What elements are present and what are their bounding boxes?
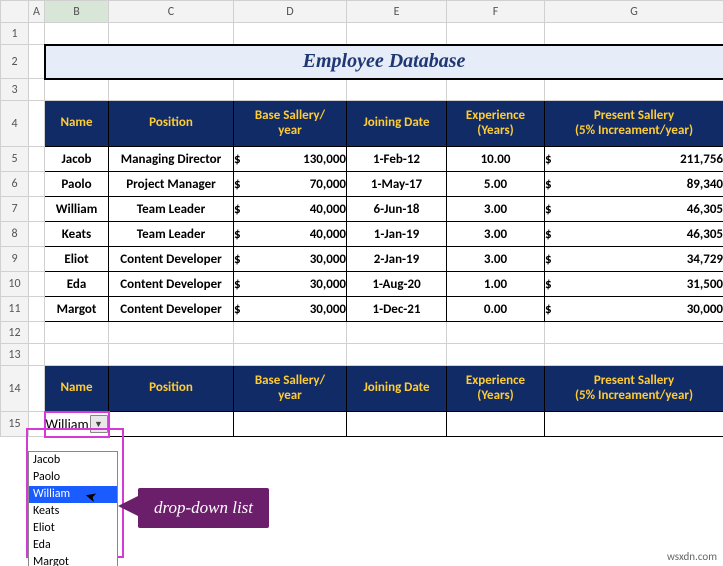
row-header[interactable]: 1 <box>1 23 29 45</box>
select-all-corner[interactable] <box>1 1 29 23</box>
row-header[interactable]: 14 <box>1 366 29 412</box>
cell-base[interactable]: $30,000 <box>234 272 347 297</box>
cell-join[interactable]: 6-Jun-18 <box>347 197 447 222</box>
cell-base[interactable]: $40,000 <box>234 197 347 222</box>
cell-position[interactable]: Managing Director <box>109 147 234 172</box>
dropdown-option[interactable]: Margot <box>29 554 117 566</box>
cell-exp[interactable]: 3.00 <box>447 222 545 247</box>
cell-exp[interactable]: 5.00 <box>447 172 545 197</box>
col-header-D[interactable]: D <box>234 1 347 23</box>
page-title: Employee Database <box>45 45 723 79</box>
cell-present[interactable]: $89,340 <box>545 172 723 197</box>
cell-join[interactable]: 2-Jan-19 <box>347 247 447 272</box>
row-header[interactable]: 2 <box>1 45 29 79</box>
cell-exp[interactable]: 0.00 <box>447 297 545 322</box>
cell-name[interactable]: Jacob <box>45 147 109 172</box>
row-header[interactable]: 9 <box>1 247 29 272</box>
cell-name[interactable]: Paolo <box>45 172 109 197</box>
cell-present[interactable]: $34,729 <box>545 247 723 272</box>
cell-name[interactable]: Keats <box>45 222 109 247</box>
cell-exp[interactable]: 3.00 <box>447 197 545 222</box>
col-header-C[interactable]: C <box>109 1 234 23</box>
row-header[interactable]: 7 <box>1 197 29 222</box>
dropdown-selected-value: William <box>46 416 89 433</box>
cell-position[interactable]: Content Developer <box>109 272 234 297</box>
cell-name[interactable]: Eliot <box>45 247 109 272</box>
row-header[interactable]: 6 <box>1 172 29 197</box>
table-header-exp: Experience (Years) <box>447 101 545 147</box>
row-header[interactable]: 5 <box>1 147 29 172</box>
watermark: wsxdn.com <box>667 550 717 563</box>
cell-base[interactable]: $40,000 <box>234 222 347 247</box>
cell-base[interactable]: $30,000 <box>234 247 347 272</box>
cell-position[interactable]: Team Leader <box>109 222 234 247</box>
cell-present[interactable]: $30,000 <box>545 297 723 322</box>
col-header-F[interactable]: F <box>447 1 545 23</box>
cell-present[interactable]: $211,756 <box>545 147 723 172</box>
cell-name[interactable]: Eda <box>45 272 109 297</box>
row-header[interactable]: 13 <box>1 344 29 366</box>
cell-position[interactable]: Content Developer <box>109 297 234 322</box>
dropdown-option[interactable]: Eliot <box>29 520 117 537</box>
cell-join[interactable]: 1-Dec-21 <box>347 297 447 322</box>
dropdown-listbox[interactable]: Jacob Paolo William Keats Eliot Eda Marg… <box>28 451 118 566</box>
row-header[interactable]: 11 <box>1 297 29 322</box>
name-dropdown-cell[interactable]: William ▼ <box>45 412 109 437</box>
cell-exp[interactable]: 3.00 <box>447 247 545 272</box>
cell-join[interactable]: 1-May-17 <box>347 172 447 197</box>
cell-present[interactable]: $31,500 <box>545 272 723 297</box>
chevron-down-icon[interactable]: ▼ <box>90 415 108 433</box>
table-header-name: Name <box>45 101 109 147</box>
dropdown-option[interactable]: Paolo <box>29 469 117 486</box>
dropdown-option[interactable]: William <box>29 486 117 503</box>
cell-present[interactable]: $46,305 <box>545 197 723 222</box>
col-header-E[interactable]: E <box>347 1 447 23</box>
dropdown-option[interactable]: Keats <box>29 503 117 520</box>
spreadsheet-grid: A B C D E F G 1 2 Employee Database 3 4 … <box>0 0 723 438</box>
table-header-present: Present Sallery (5% Increament/year) <box>545 101 723 147</box>
lookup-exp[interactable] <box>447 412 545 437</box>
lookup-position[interactable] <box>109 412 234 437</box>
table-header-join: Joining Date <box>347 101 447 147</box>
table-header-position: Position <box>109 101 234 147</box>
lookup-header-base: Base Sallery/ year <box>234 366 347 412</box>
cell-base[interactable]: $130,000 <box>234 147 347 172</box>
col-header-G[interactable]: G <box>545 1 723 23</box>
cell-join[interactable]: 1-Jan-19 <box>347 222 447 247</box>
lookup-header-name: Name <box>45 366 109 412</box>
cell-base[interactable]: $30,000 <box>234 297 347 322</box>
row-header[interactable]: 4 <box>1 101 29 147</box>
callout-label: drop-down list <box>138 488 269 528</box>
lookup-present[interactable] <box>545 412 723 437</box>
row-header[interactable]: 8 <box>1 222 29 247</box>
cell-position[interactable]: Content Developer <box>109 247 234 272</box>
lookup-base[interactable] <box>234 412 347 437</box>
dropdown-option[interactable]: Jacob <box>29 452 117 469</box>
row-header[interactable]: 15 <box>1 412 29 437</box>
dropdown-option[interactable]: Eda <box>29 537 117 554</box>
lookup-join[interactable] <box>347 412 447 437</box>
lookup-header-present: Present Sallery (5% Increament/year) <box>545 366 723 412</box>
row-header[interactable]: 3 <box>1 79 29 101</box>
cell-name[interactable]: Margot <box>45 297 109 322</box>
row-header[interactable]: 10 <box>1 272 29 297</box>
cell-base[interactable]: $70,000 <box>234 172 347 197</box>
col-header-B[interactable]: B <box>45 1 109 23</box>
cell-exp[interactable]: 10.00 <box>447 147 545 172</box>
lookup-header-exp: Experience (Years) <box>447 366 545 412</box>
lookup-header-join: Joining Date <box>347 366 447 412</box>
col-header-A[interactable]: A <box>29 1 45 23</box>
table-header-base: Base Sallery/ year <box>234 101 347 147</box>
cell-position[interactable]: Project Manager <box>109 172 234 197</box>
row-header[interactable]: 12 <box>1 322 29 344</box>
lookup-header-position: Position <box>109 366 234 412</box>
cell-join[interactable]: 1-Feb-12 <box>347 147 447 172</box>
cell-position[interactable]: Team Leader <box>109 197 234 222</box>
cell-exp[interactable]: 1.00 <box>447 272 545 297</box>
cell-join[interactable]: 1-Aug-20 <box>347 272 447 297</box>
cell-present[interactable]: $46,305 <box>545 222 723 247</box>
cell-name[interactable]: William <box>45 197 109 222</box>
